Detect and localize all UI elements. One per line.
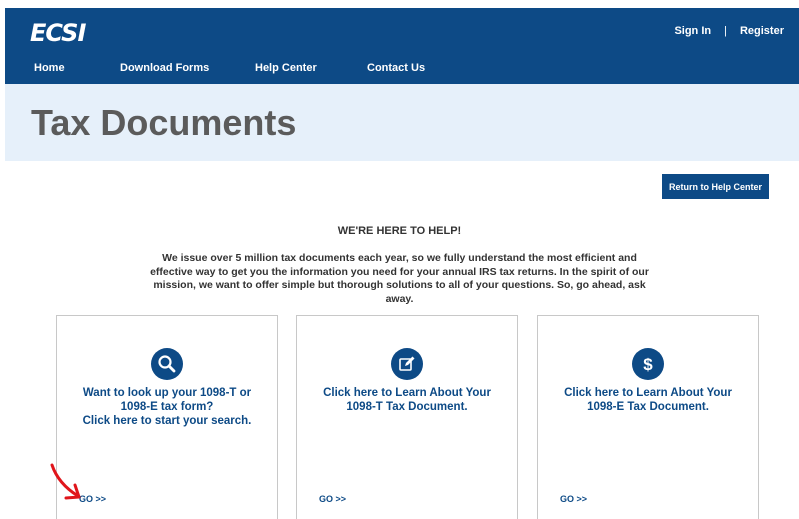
learn-1098t-card[interactable]: Click here to Learn About Your 1098-T Ta… [296,315,518,519]
nav-contact-us[interactable]: Contact Us [367,62,425,74]
card-text-line: Want to look up your 1098-T or [82,387,252,399]
card-text-line: Click here to Learn About Your [323,387,491,399]
card-text-line: 1098-T Tax Document. [346,401,468,413]
search-icon [151,348,183,380]
sign-in-link[interactable]: Sign In [674,25,711,37]
edit-icon [391,348,423,380]
card-text: Click here to Learn About Your 1098-T Ta… [307,386,507,414]
card-text-line: Click here to start your search. [82,415,252,427]
card-text: Want to look up your 1098-T or 1098-E ta… [67,386,267,428]
nav-home[interactable]: Home [34,62,65,74]
card-text: Click here to Learn About Your 1098-E Ta… [548,386,748,414]
red-arrow-annotation-icon [50,463,81,500]
help-heading: WE'RE HERE TO HELP! [337,225,462,237]
auth-links: Sign In | Register [674,25,784,37]
hero-banner: Tax Documents [5,84,799,161]
nav-help-center[interactable]: Help Center [255,62,317,74]
card-text-line: 1098-E Tax Document. [587,401,709,413]
go-link[interactable]: GO >> [319,494,346,504]
go-link[interactable]: GO >> [560,494,587,504]
nav-download-forms[interactable]: Download Forms [120,62,209,74]
main-nav: Home Download Forms Help Center Contact … [5,62,799,78]
lookup-tax-form-card[interactable]: Want to look up your 1098-T or 1098-E ta… [56,315,278,519]
card-text-line: 1098-E tax form? [120,401,214,413]
auth-separator: | [724,25,727,37]
dollar-icon: $ [632,348,664,380]
ecsi-logo[interactable]: ECSI [30,19,86,47]
register-link[interactable]: Register [740,25,784,37]
card-text-line: Click here to Learn About Your [564,387,732,399]
return-to-help-center-button[interactable]: Return to Help Center [662,174,769,199]
page-title: Tax Documents [31,102,297,143]
learn-1098e-card[interactable]: $ Click here to Learn About Your 1098-E … [537,315,759,519]
svg-text:$: $ [643,355,653,374]
site-header: ECSI Sign In | Register Home Download Fo… [5,8,799,84]
intro-paragraph: We issue over 5 million tax documents ea… [150,252,649,305]
